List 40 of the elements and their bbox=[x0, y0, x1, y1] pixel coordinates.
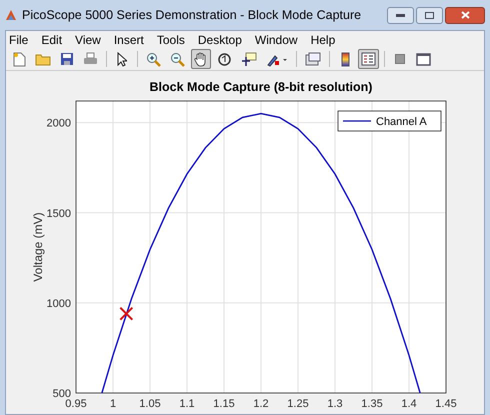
app-icon bbox=[5, 9, 17, 21]
window-title: PicoScope 5000 Series Demonstration - Block Mode Capture bbox=[22, 6, 362, 24]
colorbar-icon[interactable] bbox=[340, 52, 350, 66]
x-tick-label: 1 bbox=[110, 398, 116, 410]
y-tick-label: 1000 bbox=[46, 298, 71, 310]
chart-title: Block Mode Capture (8-bit resolution) bbox=[150, 80, 372, 94]
maximize-button[interactable] bbox=[416, 6, 443, 24]
x-tick-label: 1.25 bbox=[287, 398, 309, 410]
close-icon bbox=[460, 11, 470, 19]
x-tick-label: 1.1 bbox=[179, 398, 195, 410]
x-tick-label: 1.4 bbox=[401, 398, 417, 410]
x-tick-label: 1.45 bbox=[435, 398, 457, 410]
maximize-icon bbox=[425, 12, 434, 18]
y-tick-label: 2000 bbox=[46, 118, 71, 130]
x-tick-label: 0.95 bbox=[65, 398, 87, 410]
menu-item[interactable]: Window bbox=[254, 30, 298, 48]
menu-item[interactable]: Insert bbox=[114, 30, 144, 48]
minimize-button[interactable] bbox=[387, 6, 414, 24]
y-tick-label: 1500 bbox=[46, 208, 71, 220]
menu-item[interactable]: Tools bbox=[156, 30, 185, 48]
window-panel-icon[interactable] bbox=[416, 52, 431, 66]
y-axis-label: Voltage (mV) bbox=[31, 212, 45, 282]
x-tick-label: 1.15 bbox=[213, 398, 235, 410]
x-tick-label: 1.35 bbox=[361, 398, 383, 410]
menu-item[interactable]: File bbox=[9, 30, 28, 48]
x-tick-label: 1.3 bbox=[327, 398, 343, 410]
legend-line-swatch bbox=[343, 120, 371, 122]
menu-item[interactable]: Edit bbox=[41, 30, 62, 48]
x-tick-label: 1.2 bbox=[253, 398, 269, 410]
close-button[interactable] bbox=[445, 6, 485, 24]
menu-item[interactable]: View bbox=[75, 30, 101, 48]
legend-label: Channel A bbox=[376, 116, 427, 128]
minimize-icon bbox=[396, 14, 405, 16]
cross-marker bbox=[119, 306, 134, 321]
new-file-icon[interactable] bbox=[12, 52, 26, 66]
pointer-icon[interactable] bbox=[117, 52, 127, 66]
menu-item[interactable]: Desktop bbox=[198, 30, 242, 48]
x-tick-label: 1.05 bbox=[139, 398, 161, 410]
menu-item[interactable]: Help bbox=[310, 30, 336, 48]
y-tick-label: 500 bbox=[52, 388, 71, 400]
